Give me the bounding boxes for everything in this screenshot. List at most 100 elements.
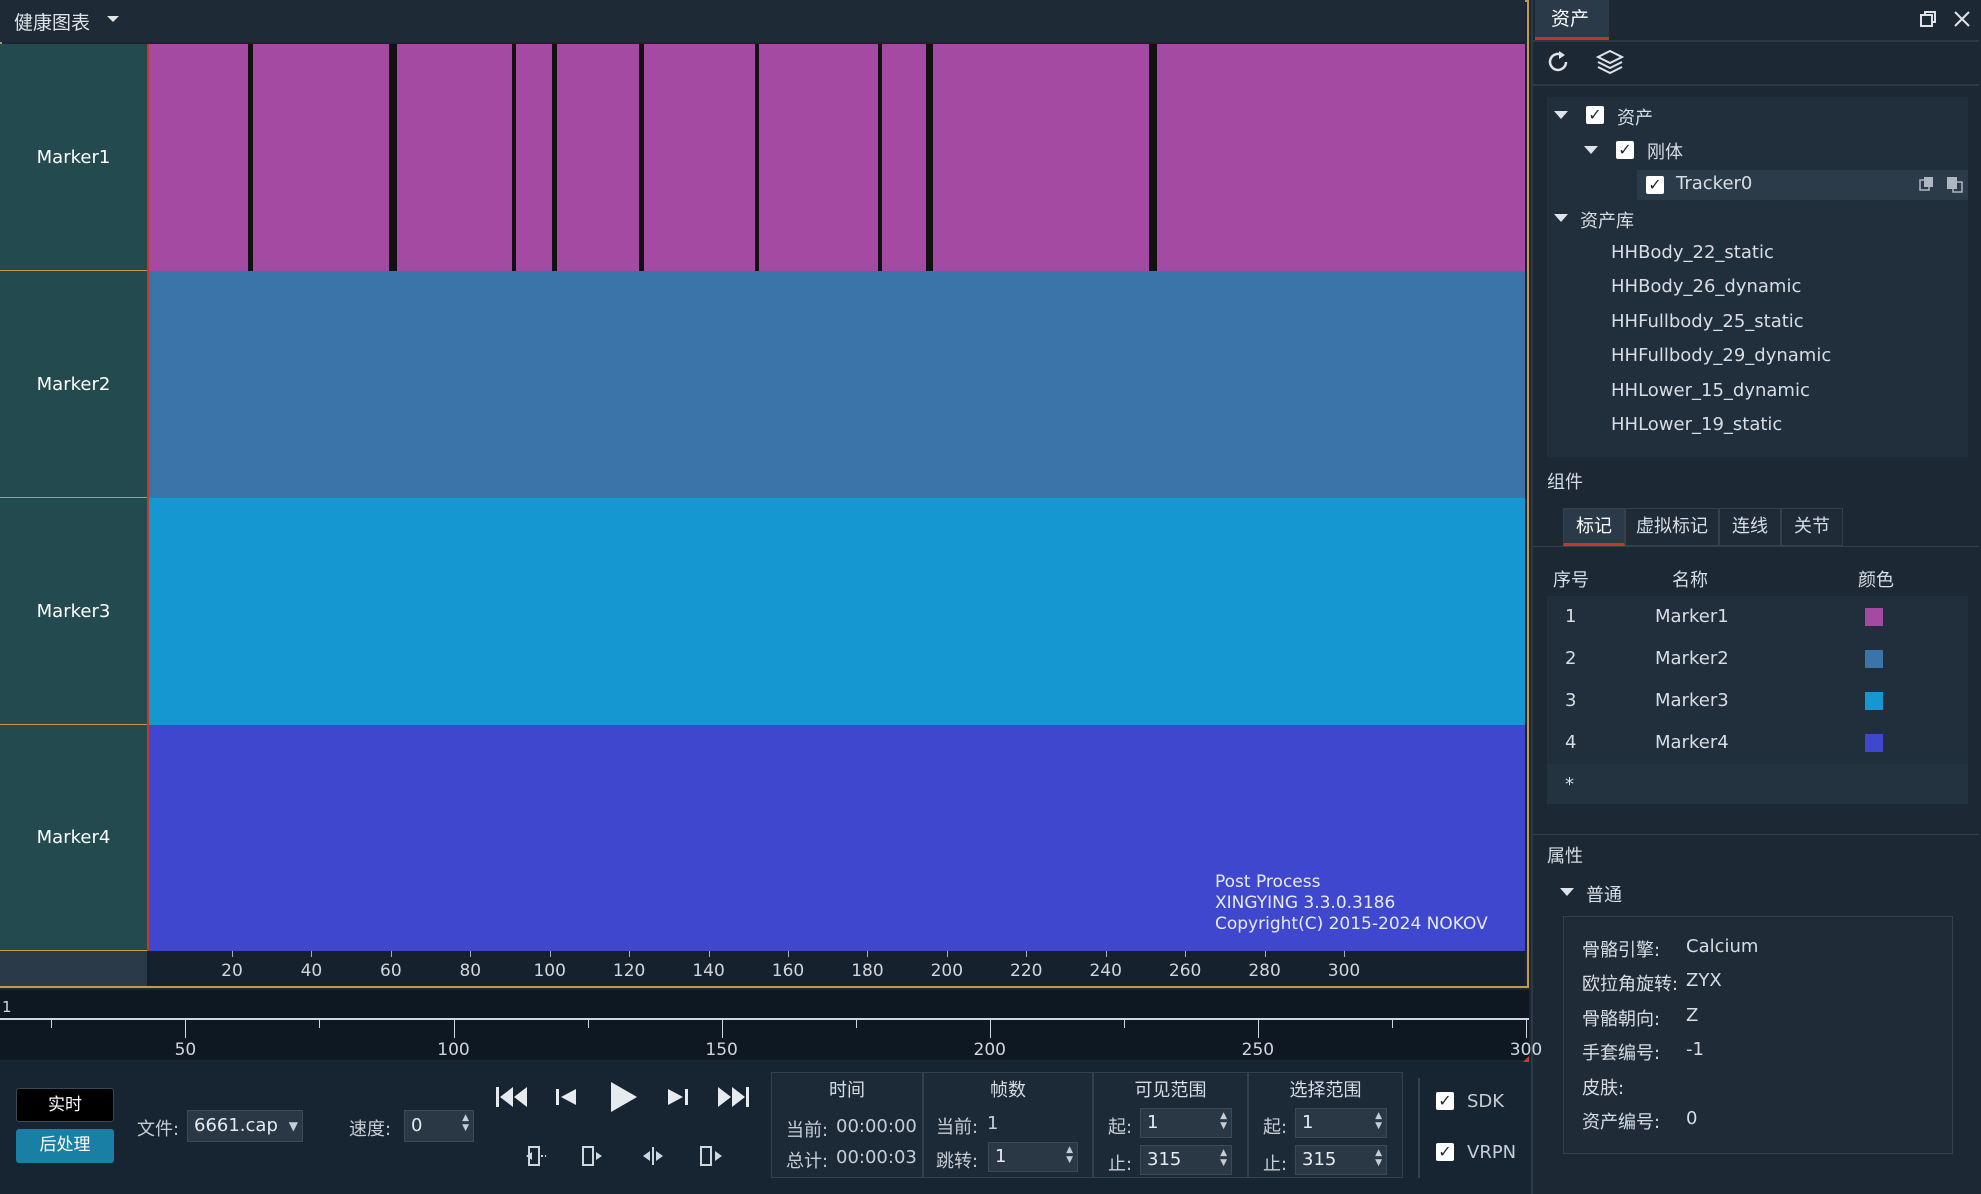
- tab-joints[interactable]: 关节: [1781, 508, 1843, 546]
- library-item[interactable]: HHFullbody_25_static: [1611, 311, 1804, 332]
- row-index: 3: [1565, 690, 1577, 711]
- chevron-down-icon[interactable]: [1552, 209, 1570, 231]
- prop-value[interactable]: 0: [1686, 1108, 1697, 1129]
- step-forward-icon[interactable]: [662, 1082, 692, 1116]
- play-icon[interactable]: [605, 1078, 641, 1116]
- axis-tick-label: 100: [533, 961, 566, 981]
- tracker-checkbox[interactable]: ✓: [1646, 176, 1664, 194]
- library-item[interactable]: HHBody_26_dynamic: [1611, 276, 1801, 297]
- select-start-value: 1: [1302, 1112, 1314, 1133]
- tab-links[interactable]: 连线: [1719, 508, 1781, 546]
- select-end-spinbox[interactable]: 315 ▲ ▼: [1295, 1145, 1387, 1175]
- chevron-down-icon[interactable]: [1558, 883, 1576, 905]
- library-item[interactable]: HHLower_15_dynamic: [1611, 380, 1810, 401]
- tree-assets-label[interactable]: 资产: [1617, 104, 1653, 130]
- sdk-checkbox[interactable]: ✓: [1436, 1092, 1454, 1110]
- speed-spinbox[interactable]: 0 ▲ ▼: [404, 1110, 474, 1142]
- spin-arrows-icon[interactable]: ▲ ▼: [1220, 1111, 1227, 1131]
- table-row[interactable]: 1 Marker1: [1547, 596, 1968, 638]
- marker-label-text: Marker3: [36, 600, 111, 622]
- timeline-tick: [453, 1018, 455, 1038]
- layers-icon[interactable]: [1595, 48, 1625, 76]
- close-icon[interactable]: [1952, 9, 1972, 29]
- tab-markers[interactable]: 标记: [1563, 508, 1625, 546]
- library-item[interactable]: HHFullbody_29_dynamic: [1611, 345, 1831, 366]
- axis-tick: [946, 951, 948, 957]
- trim-range-icon[interactable]: [640, 1144, 666, 1168]
- axis-tick-label: 120: [612, 961, 646, 981]
- set-range-end-icon[interactable]: [580, 1144, 606, 1168]
- color-swatch[interactable]: [1865, 608, 1883, 626]
- visible-range-header: 可见范围: [1134, 1080, 1207, 1101]
- set-range-start-icon[interactable]: [522, 1144, 548, 1168]
- axis-tick: [1185, 951, 1187, 957]
- properties-section[interactable]: 普通: [1586, 881, 1622, 907]
- vrpn-checkbox[interactable]: ✓: [1436, 1143, 1454, 1161]
- prop-value[interactable]: Calcium: [1686, 936, 1758, 957]
- axis-tick-label: 80: [459, 961, 482, 981]
- library-item[interactable]: HHLower_19_static: [1611, 414, 1782, 435]
- marker-track-3[interactable]: [147, 498, 1525, 725]
- color-swatch[interactable]: [1865, 650, 1883, 668]
- library-item[interactable]: HHBody_22_static: [1611, 242, 1774, 263]
- prop-value[interactable]: -1: [1686, 1039, 1704, 1060]
- timeline-tick: [1257, 1018, 1259, 1038]
- prop-value[interactable]: Z: [1686, 1005, 1698, 1026]
- file-label: 文件:: [137, 1119, 180, 1140]
- prop-key: 骨骼朝向:: [1582, 1009, 1661, 1030]
- select-end-value: 315: [1302, 1149, 1337, 1170]
- tab-assets[interactable]: 资产: [1535, 0, 1609, 40]
- table-row[interactable]: 2 Marker2: [1547, 638, 1968, 680]
- row-name: Marker4: [1655, 732, 1729, 753]
- spin-arrows-icon[interactable]: ▲ ▼: [1375, 1111, 1382, 1131]
- timeline-ruler[interactable]: [0, 990, 1529, 1060]
- chevron-down-icon[interactable]: [104, 10, 122, 28]
- visible-start-value: 1: [1147, 1112, 1159, 1133]
- file-select[interactable]: 6661.cap ▼: [187, 1110, 303, 1142]
- tree-library-label[interactable]: 资产库: [1580, 207, 1634, 233]
- marker-label: Marker4: [0, 725, 147, 951]
- tree-rigid-label[interactable]: 刚体: [1647, 138, 1683, 164]
- visible-end-spinbox[interactable]: 315 ▲ ▼: [1140, 1145, 1232, 1175]
- rigid-checkbox[interactable]: ✓: [1616, 141, 1634, 159]
- row-index: 1: [1565, 606, 1577, 627]
- assets-checkbox[interactable]: ✓: [1586, 106, 1604, 124]
- step-back-icon[interactable]: [552, 1082, 582, 1116]
- select-start-spinbox[interactable]: 1 ▲ ▼: [1295, 1108, 1387, 1138]
- spin-arrows-icon[interactable]: ▲ ▼: [1375, 1148, 1382, 1168]
- timeline-start-label: 1: [2, 998, 12, 1016]
- watermark: Post Process XINGYING 3.3.0.3186 Copyrig…: [1215, 872, 1488, 935]
- expand-range-icon[interactable]: [698, 1144, 724, 1168]
- tab-virtual-markers[interactable]: 虚拟标记: [1625, 508, 1719, 546]
- spin-arrows-icon[interactable]: ▲ ▼: [1066, 1145, 1073, 1165]
- spin-arrows-icon[interactable]: ▲ ▼: [1220, 1148, 1227, 1168]
- spin-arrows-icon[interactable]: ▲ ▼: [462, 1113, 469, 1133]
- table-row[interactable]: 4 Marker4: [1547, 722, 1968, 764]
- live-mode-button[interactable]: 实时: [16, 1088, 114, 1122]
- skip-to-start-icon[interactable]: [494, 1082, 530, 1116]
- restore-window-icon[interactable]: [1918, 9, 1938, 29]
- table-row[interactable]: 3 Marker3: [1547, 680, 1968, 722]
- chevron-down-icon[interactable]: [1552, 106, 1570, 128]
- prop-value[interactable]: ZYX: [1686, 970, 1722, 991]
- save-asset-icon[interactable]: [1945, 175, 1963, 197]
- visible-start-spinbox[interactable]: 1 ▲ ▼: [1140, 1108, 1232, 1138]
- properties-title: 属性: [1547, 846, 1583, 867]
- marker-track-1[interactable]: [147, 44, 1525, 271]
- table-row-new[interactable]: *: [1547, 764, 1968, 804]
- color-swatch[interactable]: [1865, 692, 1883, 710]
- frames-jump-spinbox[interactable]: 1 ▲ ▼: [988, 1142, 1078, 1172]
- divider: [1418, 1078, 1420, 1178]
- skip-to-end-icon[interactable]: [715, 1082, 751, 1116]
- chevron-down-icon[interactable]: [1582, 141, 1600, 163]
- refresh-icon[interactable]: [1544, 48, 1572, 76]
- axis-tick-label: 40: [300, 961, 323, 981]
- health-chart-title[interactable]: 健康图表: [14, 8, 90, 35]
- axis-tick: [788, 951, 789, 957]
- post-process-button[interactable]: 后处理: [16, 1129, 114, 1163]
- marker-track-2[interactable]: [147, 271, 1525, 498]
- tree-tracker-label[interactable]: Tracker0: [1676, 173, 1752, 194]
- gap-segment: [512, 44, 516, 271]
- copy-asset-icon[interactable]: [1918, 175, 1936, 197]
- color-swatch[interactable]: [1865, 734, 1883, 752]
